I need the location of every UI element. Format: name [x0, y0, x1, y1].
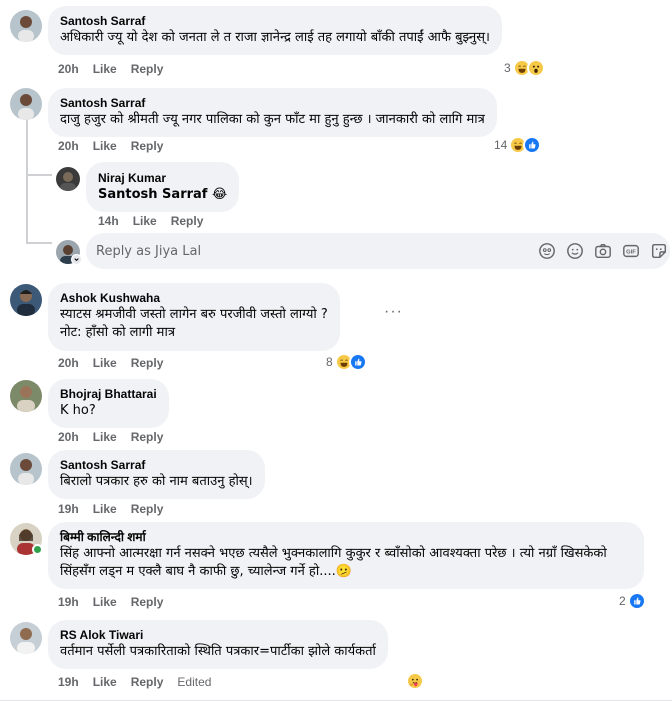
- comment-actions: 19h Like Reply Edited: [58, 674, 211, 690]
- divider: [0, 700, 672, 701]
- comment-bubble: Ashok Kushwaha स्याटस श्रमजीवी जस्तो लाग…: [48, 283, 340, 351]
- thread-branch: [26, 242, 52, 244]
- comment-text: K ho?: [60, 403, 96, 418]
- comment-author[interactable]: Santosh Sarraf: [60, 95, 485, 111]
- comment-author[interactable]: Santosh Sarraf: [60, 13, 490, 29]
- like-button[interactable]: Like: [93, 61, 117, 77]
- comment-bubble: Bhojraj Bhattarai K ho?: [48, 379, 169, 428]
- reaction-count: 2: [619, 594, 626, 608]
- comment-actions: 19h Like Reply: [58, 501, 163, 517]
- comment-author[interactable]: RS Alok Tiwari: [60, 627, 376, 643]
- reply-button[interactable]: Reply: [131, 674, 164, 690]
- comment-actions: 20h Like Reply: [58, 355, 163, 371]
- camera-icon[interactable]: [594, 242, 612, 260]
- svg-text:GIF: GIF: [626, 250, 636, 256]
- comment-actions: 20h Like Reply: [58, 429, 163, 445]
- reply-button[interactable]: Reply: [131, 501, 164, 517]
- comment-text: Santosh Sarraf 😂: [98, 187, 228, 202]
- like-reaction-icon: [627, 592, 646, 610]
- sticker-icon[interactable]: [650, 242, 668, 260]
- chevron-down-icon[interactable]: [71, 254, 82, 265]
- reaction-summary[interactable]: 14: [494, 135, 542, 155]
- comment-actions: 20h Like Reply: [58, 138, 163, 154]
- comment-time[interactable]: 20h: [58, 355, 79, 371]
- comment-text: वर्तमान पर्सेली पत्रकारिताको स्थिति पत्र…: [60, 644, 376, 659]
- comment-time[interactable]: 20h: [58, 429, 79, 445]
- avatar[interactable]: [10, 10, 42, 42]
- reply-button[interactable]: Reply: [131, 429, 164, 445]
- comment-author[interactable]: बिम्मी कालिन्दी शर्मा: [60, 529, 632, 545]
- comment-text: अधिकारी ज्यू यो देश को जनता ले त राजा ज्…: [60, 30, 490, 45]
- avatar[interactable]: [10, 284, 42, 316]
- reaction-summary[interactable]: 3: [504, 58, 545, 78]
- comment-author[interactable]: Bhojraj Bhattarai: [60, 386, 157, 402]
- like-button[interactable]: Like: [93, 429, 117, 445]
- comment-time[interactable]: 19h: [58, 594, 79, 610]
- reaction-summary[interactable]: 2: [619, 591, 646, 611]
- avatar[interactable]: [10, 622, 42, 654]
- like-button[interactable]: Like: [93, 674, 117, 690]
- reply-button[interactable]: Reply: [131, 594, 164, 610]
- comment-time[interactable]: 19h: [58, 674, 79, 690]
- thread-branch: [26, 174, 52, 176]
- reaction-summary[interactable]: [406, 671, 424, 691]
- like-button[interactable]: Like: [93, 501, 117, 517]
- like-reaction-icon: [523, 136, 542, 154]
- comment-text: स्याटस श्रमजीवी जस्तो लागेन बरु परजीवी ज…: [60, 307, 328, 340]
- reply-button[interactable]: Reply: [171, 213, 204, 229]
- like-reaction-icon: [348, 353, 367, 371]
- comment-bubble: Santosh Sarraf अधिकारी ज्यू यो देश को जन…: [48, 6, 502, 55]
- comment-time[interactable]: 20h: [58, 61, 79, 77]
- comment-time[interactable]: 14h: [98, 213, 119, 229]
- reaction-count: 14: [494, 138, 508, 152]
- like-button[interactable]: Like: [133, 213, 157, 229]
- comment-bubble: Santosh Sarraf दाजु हजुर को श्रीमती ज्यू…: [48, 88, 497, 137]
- edited-label[interactable]: Edited: [177, 674, 211, 690]
- gif-icon[interactable]: GIF: [622, 242, 640, 260]
- comment-bubble: RS Alok Tiwari वर्तमान पर्सेली पत्रकारित…: [48, 620, 388, 669]
- reply-input[interactable]: [96, 233, 516, 269]
- comment-author[interactable]: Niraj Kumar: [98, 170, 227, 186]
- thread-line: [26, 116, 28, 244]
- reaction-count: 8: [326, 355, 333, 369]
- like-button[interactable]: Like: [93, 138, 117, 154]
- comment-bubble: बिम्मी कालिन्दी शर्मा सिंह आफ्नो आत्मरक्…: [48, 522, 644, 589]
- avatar[interactable]: [56, 167, 80, 191]
- avatar[interactable]: [10, 453, 42, 485]
- more-options-button[interactable]: ···: [384, 303, 403, 321]
- online-status-dot: [32, 544, 43, 555]
- comment-text: बिरालो पत्रकार हरु को नाम बताउनु होस्।: [60, 474, 253, 489]
- comment-actions: 20h Like Reply: [58, 61, 163, 77]
- comment-time[interactable]: 20h: [58, 138, 79, 154]
- comment-author[interactable]: Ashok Kushwaha: [60, 290, 328, 306]
- comment-text: सिंह आफ्नो आत्मरक्षा गर्न नसक्ने भएछ त्य…: [60, 546, 611, 579]
- comment-time[interactable]: 19h: [58, 501, 79, 517]
- comment-bubble: Santosh Sarraf बिरालो पत्रकार हरु को नाम…: [48, 450, 265, 499]
- comment-text: दाजु हजुर को श्रीमती ज्यू नगर पालिका को …: [60, 112, 485, 127]
- avatar-sticker-icon[interactable]: [538, 242, 556, 260]
- comment-actions: 19h Like Reply: [58, 594, 163, 610]
- like-button[interactable]: Like: [93, 594, 117, 610]
- wow-reaction-icon: [526, 59, 545, 77]
- reply-button[interactable]: Reply: [131, 138, 164, 154]
- smiley-icon[interactable]: [566, 242, 584, 260]
- comment-actions: 14h Like Reply: [98, 213, 203, 229]
- reply-button[interactable]: Reply: [131, 61, 164, 77]
- care-reaction-icon: [406, 672, 424, 690]
- reaction-summary[interactable]: 8: [326, 352, 367, 372]
- avatar[interactable]: [10, 380, 42, 412]
- comment-author[interactable]: Santosh Sarraf: [60, 457, 253, 473]
- like-button[interactable]: Like: [93, 355, 117, 371]
- reply-button[interactable]: Reply: [131, 355, 164, 371]
- comment-bubble: Niraj Kumar Santosh Sarraf 😂: [86, 162, 240, 212]
- reply-composer: GIF: [86, 233, 670, 269]
- reaction-count: 3: [504, 61, 511, 75]
- avatar[interactable]: [10, 88, 42, 120]
